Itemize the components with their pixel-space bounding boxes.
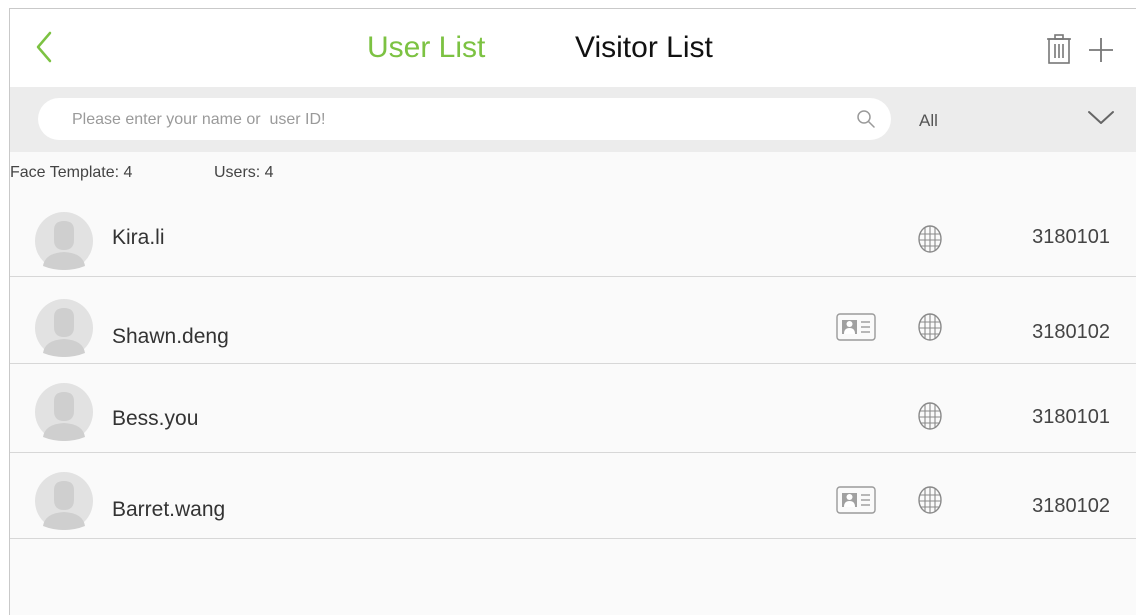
user-id: 3180102 [1032, 495, 1110, 517]
tab-visitor-list[interactable]: Visitor List [575, 28, 713, 68]
user-name: Shawn.deng [112, 325, 229, 348]
filter-value: All [919, 111, 938, 130]
app-window: User List Visitor List Please enter your… [9, 8, 1136, 615]
face-icon [916, 311, 944, 343]
face-icon [916, 400, 944, 432]
face-template-count: Face Template: 4 [10, 164, 133, 181]
user-id: 3180102 [1032, 321, 1110, 343]
user-id: 3180101 [1032, 226, 1110, 248]
trash-icon[interactable] [1044, 33, 1074, 65]
chevron-down-icon [1087, 108, 1115, 128]
id-card-icon [836, 486, 876, 514]
tab-user-list[interactable]: User List [367, 28, 485, 68]
user-name: Barret.wang [112, 498, 226, 521]
user-row[interactable]: Shawn.deng 3180102 [10, 277, 1136, 364]
avatar-icon [35, 299, 93, 357]
user-name: Kira.li [112, 226, 165, 249]
id-card-icon [836, 313, 876, 341]
user-id: 3180101 [1032, 406, 1110, 428]
header-bar: User List Visitor List [10, 9, 1136, 87]
search-icon[interactable] [856, 109, 876, 129]
avatar-icon [35, 472, 93, 530]
face-icon [916, 223, 944, 255]
filter-dropdown[interactable]: All [891, 87, 1136, 152]
user-name: Bess.you [112, 407, 199, 430]
back-icon[interactable] [30, 29, 60, 65]
summary-bar: Face Template: 4 Users: 4 [10, 152, 1136, 202]
face-icon [916, 484, 944, 516]
user-row[interactable]: Kira.li 3180101 [10, 202, 1136, 277]
avatar-icon [35, 212, 93, 270]
search-bar: All [10, 87, 1136, 152]
user-row[interactable]: Bess.you 3180101 [10, 364, 1136, 453]
users-count: Users: 4 [214, 164, 274, 181]
plus-icon[interactable] [1087, 36, 1115, 64]
search-input[interactable] [70, 98, 834, 142]
user-row[interactable]: Barret.wang 3180102 [10, 453, 1136, 539]
search-box [38, 98, 891, 142]
avatar-icon [35, 383, 93, 441]
